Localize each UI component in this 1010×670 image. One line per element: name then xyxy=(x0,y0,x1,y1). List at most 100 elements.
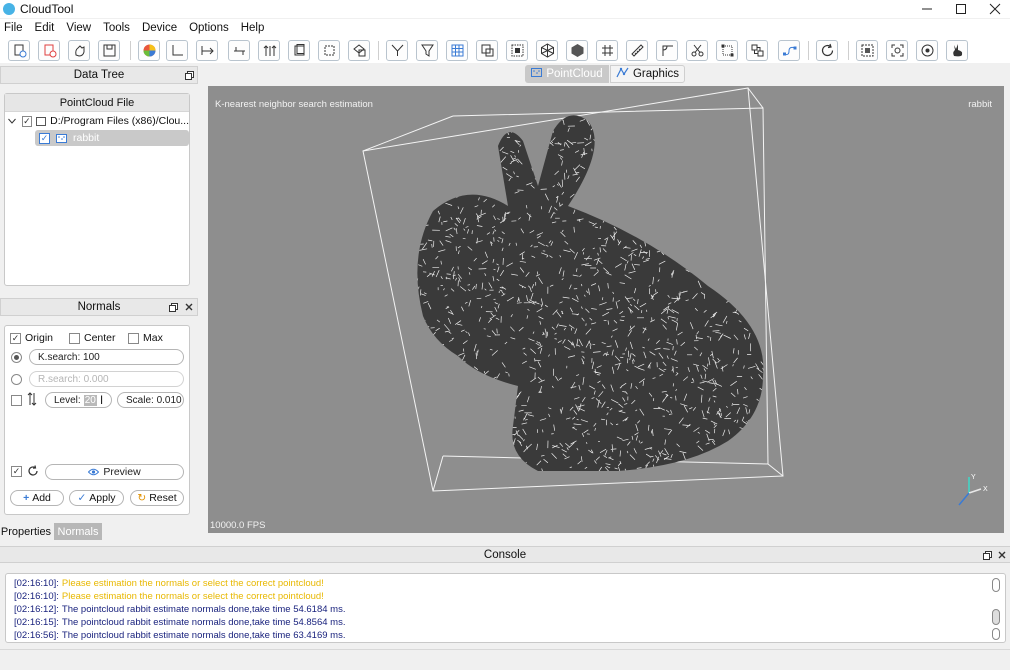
scale-field[interactable]: Scale: 0.010 xyxy=(117,392,184,408)
tab-normals[interactable]: Normals xyxy=(54,523,102,540)
preview-button[interactable]: Preview xyxy=(45,464,184,480)
scroll-down-icon[interactable] xyxy=(992,628,1000,640)
close-icon[interactable] xyxy=(183,301,195,313)
menu-device[interactable]: Device xyxy=(136,19,183,37)
ksearch-radio[interactable] xyxy=(11,352,22,363)
level-value[interactable]: 20 xyxy=(83,394,97,406)
3d-viewport[interactable]: K-nearest neighbor search estimation rab… xyxy=(208,86,1004,533)
close-window-button[interactable] xyxy=(978,0,1010,18)
max-option[interactable]: Max xyxy=(128,332,163,344)
bounding-box-button[interactable] xyxy=(318,40,340,61)
group-button[interactable] xyxy=(746,40,768,61)
rsearch-radio[interactable] xyxy=(11,374,22,385)
ruler-button[interactable] xyxy=(626,40,648,61)
chevron-down-icon[interactable] xyxy=(7,118,18,124)
filter-y-button[interactable] xyxy=(386,40,408,61)
maximize-button[interactable] xyxy=(944,0,978,18)
bunny-button[interactable] xyxy=(946,40,968,61)
apply-button[interactable]: ✓ Apply xyxy=(69,490,124,506)
funnel-button[interactable] xyxy=(416,40,438,61)
center-checkbox[interactable] xyxy=(69,332,80,344)
tree-item-checkbox[interactable]: ✓ xyxy=(39,132,50,144)
float-icon[interactable] xyxy=(981,549,993,561)
reset-button[interactable]: ↻ Reset xyxy=(130,490,184,506)
overlay-button[interactable] xyxy=(476,40,498,61)
float-icon[interactable] xyxy=(167,301,179,313)
point-cloud-render[interactable] xyxy=(208,86,1004,533)
menu-view[interactable]: View xyxy=(60,19,97,37)
copy-shape-button[interactable] xyxy=(348,40,370,61)
close-icon[interactable] xyxy=(996,549,1008,561)
scroll-up-icon[interactable] xyxy=(992,578,1000,592)
rotate-view-button[interactable] xyxy=(916,40,938,61)
grid-filter-button[interactable] xyxy=(446,40,468,61)
menu-options[interactable]: Options xyxy=(183,19,235,37)
preview-checkbox[interactable]: ✓ xyxy=(11,466,22,477)
add-button[interactable]: + Add xyxy=(10,490,64,506)
tree-item-rabbit[interactable]: ✓ rabbit xyxy=(35,130,189,146)
save-button[interactable] xyxy=(98,40,120,61)
data-tree-dock-header: Data Tree xyxy=(0,66,198,84)
close-file-button[interactable] xyxy=(38,40,60,61)
level-field[interactable]: Level: 20 I xyxy=(45,392,112,408)
tab-graphics-label: Graphics xyxy=(632,68,680,80)
max-label: Max xyxy=(143,332,163,344)
refresh-icon[interactable] xyxy=(27,465,39,480)
float-icon[interactable] xyxy=(183,69,195,81)
menu-tools[interactable]: Tools xyxy=(97,19,136,37)
menu-file[interactable]: File xyxy=(0,19,29,37)
origin-checkbox[interactable]: ✓ xyxy=(10,332,21,344)
mesh-button[interactable] xyxy=(536,40,558,61)
minimize-button[interactable] xyxy=(910,0,944,18)
tab-pointcloud[interactable]: PointCloud xyxy=(525,65,609,83)
select-box-button[interactable] xyxy=(506,40,528,61)
reset-label: Reset xyxy=(149,492,177,504)
new-file-button[interactable] xyxy=(8,40,30,61)
split-button[interactable] xyxy=(228,40,250,61)
console-timestamp: [02:16:12]: xyxy=(14,604,59,615)
crop-button[interactable] xyxy=(716,40,738,61)
tree-item-folder[interactable]: ✓ D:/Program Files (x86)/Clou... xyxy=(7,113,189,129)
level-checkbox[interactable] xyxy=(11,395,22,406)
origin-option[interactable]: ✓ Origin xyxy=(10,332,53,344)
hash-grid-button[interactable] xyxy=(596,40,618,61)
angle-icon xyxy=(660,43,675,58)
console-scrollbar[interactable] xyxy=(990,577,1002,641)
transform-button[interactable] xyxy=(196,40,218,61)
console-message: The pointcloud rabbit estimate normals d… xyxy=(61,604,346,615)
menu-edit[interactable]: Edit xyxy=(29,19,61,37)
app-logo-icon xyxy=(3,3,15,15)
console-log[interactable]: [02:16:10]: Please estimation the normals… xyxy=(5,573,1006,643)
rsearch-field[interactable]: R.search: 0.000 xyxy=(29,371,184,387)
focus-button[interactable] xyxy=(886,40,908,61)
axes-button[interactable] xyxy=(166,40,188,61)
bunny-icon xyxy=(950,43,965,58)
apply-label: Apply xyxy=(89,492,116,504)
color-wheel-button[interactable] xyxy=(138,40,160,61)
scroll-thumb[interactable] xyxy=(992,609,1000,625)
solid-mesh-button[interactable] xyxy=(566,40,588,61)
menu-help[interactable]: Help xyxy=(235,19,271,37)
toolbar-separator xyxy=(378,41,379,60)
refresh-button[interactable] xyxy=(816,40,838,61)
scissors-button[interactable] xyxy=(686,40,708,61)
max-checkbox[interactable] xyxy=(128,332,139,344)
arrows-up-button[interactable] xyxy=(258,40,280,61)
path-button[interactable] xyxy=(778,40,800,61)
center-option[interactable]: Center xyxy=(69,332,116,344)
filter-y-icon xyxy=(390,43,405,58)
tab-properties[interactable]: Properties xyxy=(0,523,52,540)
tree-item-checkbox[interactable]: ✓ xyxy=(21,115,32,127)
ksearch-field[interactable]: K.search: 100 xyxy=(29,349,184,365)
console-timestamp: [02:16:15]: xyxy=(14,617,59,628)
tab-graphics[interactable]: Graphics xyxy=(610,65,685,83)
console-message: The pointcloud rabbit estimate normals d… xyxy=(61,630,346,641)
pointcloud-icon xyxy=(531,68,543,80)
swap-arrows-icon[interactable] xyxy=(27,392,37,409)
toolbar-separator xyxy=(848,41,849,60)
zoom-fit-button[interactable] xyxy=(856,40,878,61)
hand-button[interactable] xyxy=(68,40,90,61)
angle-button[interactable] xyxy=(656,40,678,61)
pointcloud-icon xyxy=(56,133,67,143)
layers-button[interactable] xyxy=(288,40,310,61)
